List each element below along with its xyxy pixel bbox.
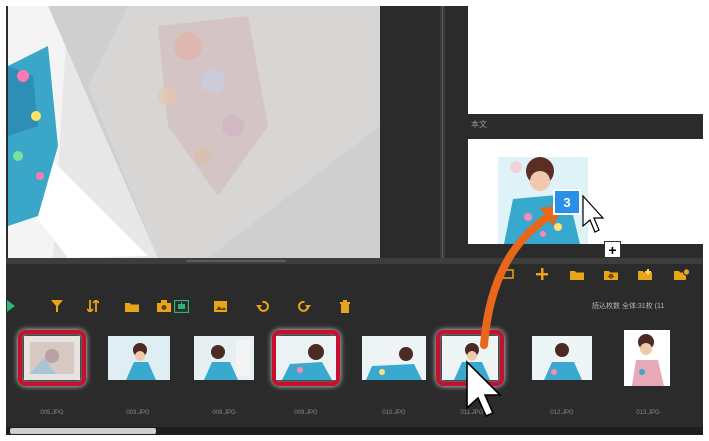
main-preview	[8, 6, 380, 258]
thumbnail[interactable]	[442, 336, 498, 380]
folder-add-icon[interactable]	[637, 266, 653, 282]
right-panel: 本文	[465, 6, 703, 280]
import-icon[interactable]	[156, 298, 172, 314]
folder-settings-icon[interactable]	[673, 266, 691, 282]
thumbnail-filename: 013.JPG	[636, 410, 660, 416]
rotate-right-icon[interactable]	[296, 298, 312, 314]
add-icon[interactable]	[535, 266, 549, 282]
splitter-grip[interactable]	[186, 260, 286, 262]
thumbnail-filename: 010.JPG	[382, 410, 406, 416]
folder-down-icon[interactable]	[603, 266, 619, 282]
filter-icon[interactable]	[50, 298, 64, 314]
app-window: 本文 読込枚数 全体:31枚 (11 005.JPG 003.JPG 008.J…	[6, 6, 703, 435]
drop-area[interactable]	[468, 139, 703, 244]
splitter-line	[442, 6, 443, 258]
thumbnail-filename: 012.JPG	[550, 410, 574, 416]
sort-icon[interactable]	[86, 298, 100, 314]
page-preview-top	[468, 6, 703, 114]
thumbnail-filename: 003.JPG	[126, 410, 150, 416]
thumbnail[interactable]	[624, 330, 670, 386]
rotate-left-icon[interactable]	[254, 298, 270, 314]
thumbnail-filename: 009.JPG	[294, 410, 318, 416]
trash-icon[interactable]	[338, 298, 352, 314]
drop-photo	[498, 157, 588, 244]
thumbnail-filename: 005.JPG	[40, 410, 64, 416]
thumbnail[interactable]	[532, 336, 592, 380]
slideshow-icon[interactable]	[172, 298, 190, 314]
folder-icon[interactable]	[569, 266, 585, 282]
filmstrip: 005.JPG 003.JPG 008.JPG 009.JPG 010.JPG …	[6, 324, 703, 416]
drag-count-badge: 3	[553, 189, 581, 215]
play-icon[interactable]	[6, 298, 16, 314]
image-icon[interactable]	[212, 298, 228, 314]
preview-photo	[8, 6, 380, 258]
thumbnail[interactable]	[362, 336, 426, 380]
thumbnail[interactable]	[194, 336, 254, 380]
thumbnail[interactable]	[24, 336, 80, 380]
plus-icon: +	[604, 241, 621, 258]
scrollbar-thumb[interactable]	[10, 428, 156, 434]
thumbnail-filename: 011.JPG	[460, 410, 484, 416]
thumbnail[interactable]	[108, 336, 170, 380]
horizontal-splitter[interactable]	[6, 258, 703, 264]
image-count: 読込枚数 全体:31枚 (11	[592, 303, 665, 310]
thumbnail[interactable]	[276, 336, 336, 380]
right-toolbar	[465, 250, 703, 280]
frame-icon[interactable]	[501, 266, 515, 282]
caption-label: 本文	[471, 120, 487, 129]
folder-icon[interactable]	[124, 298, 140, 314]
thumbnail-filename: 008.JPG	[212, 410, 236, 416]
